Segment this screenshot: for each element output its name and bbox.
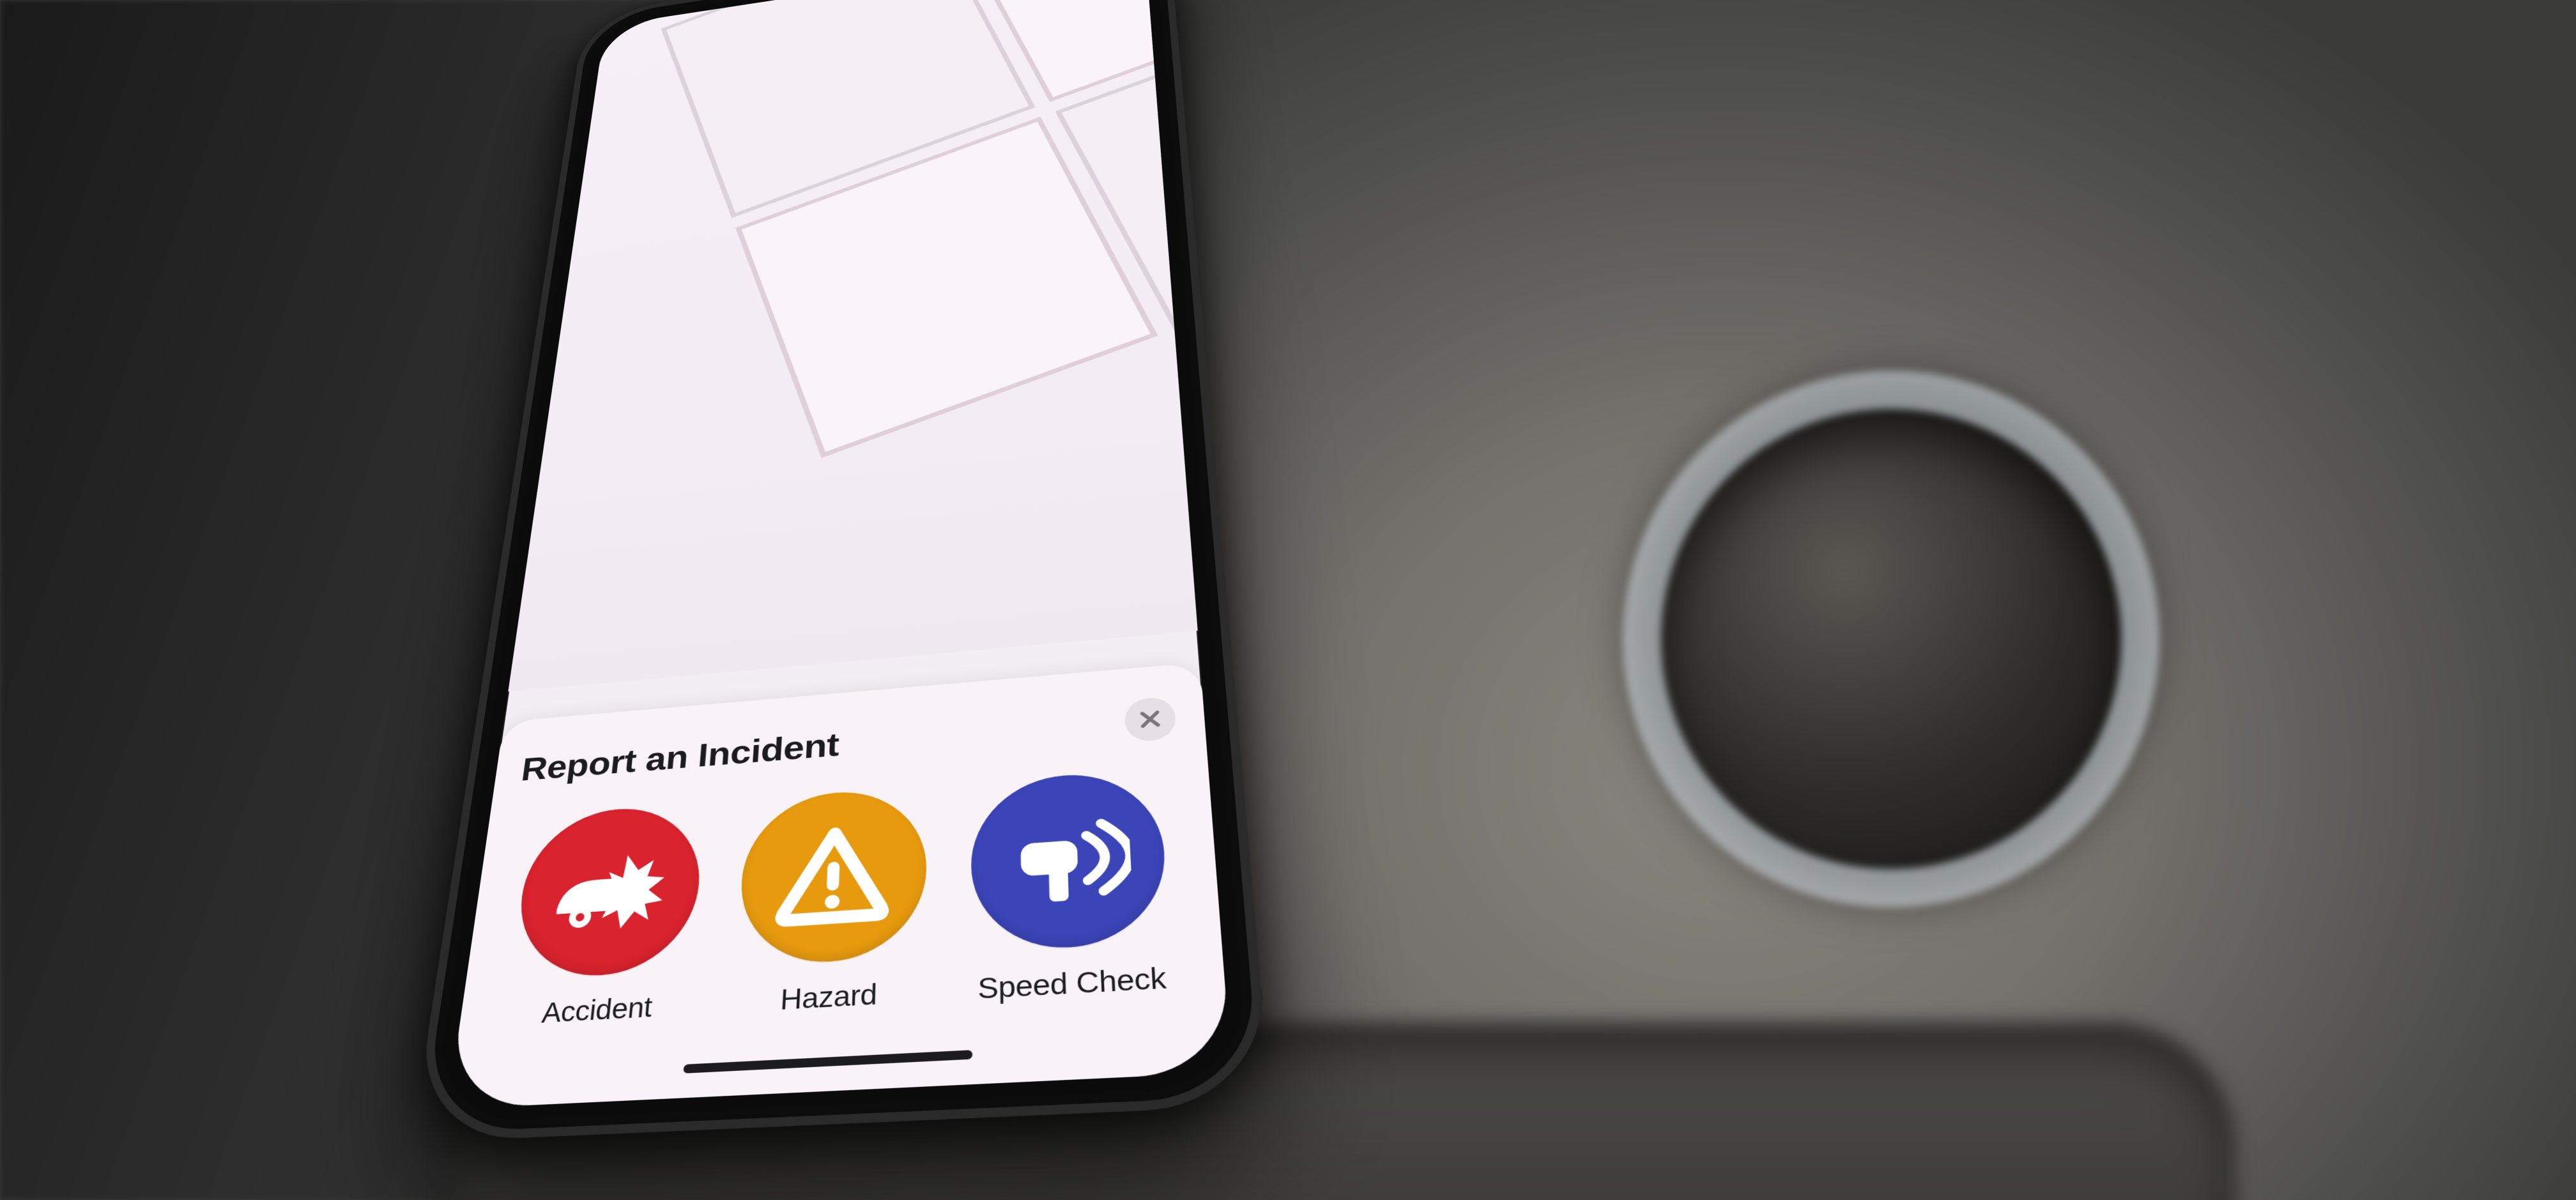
incident-option-accident[interactable]: Accident [492,802,717,1032]
incident-option-speed-check[interactable]: Speed Check [958,767,1187,1007]
speed-check-badge [971,768,1170,953]
speed-camera-icon [1004,799,1134,920]
map-buildings-overlay [508,0,1197,691]
scene-root: Report an Incident [0,0,2576,1200]
incident-option-hazard[interactable]: Hazard [720,785,940,1019]
hazard-badge [736,786,927,967]
incident-choice-row: Accident Hazard [486,767,1194,1033]
phone-stage: Report an Incident [434,0,1237,1137]
report-incident-sheet: Report an Incident [447,663,1232,1109]
sheet-title: Report an Incident [519,725,840,788]
phone-device: Report an Incident [411,0,1271,1142]
warning-triangle-icon [770,816,895,935]
close-icon [1137,707,1164,732]
map-region[interactable] [508,0,1197,691]
incident-option-label: Accident [540,990,653,1030]
incident-option-label: Hazard [779,977,877,1016]
close-button[interactable] [1124,696,1177,742]
car-collision-icon [542,829,676,952]
accident-badge [510,803,705,980]
incident-option-label: Speed Check [977,960,1167,1005]
